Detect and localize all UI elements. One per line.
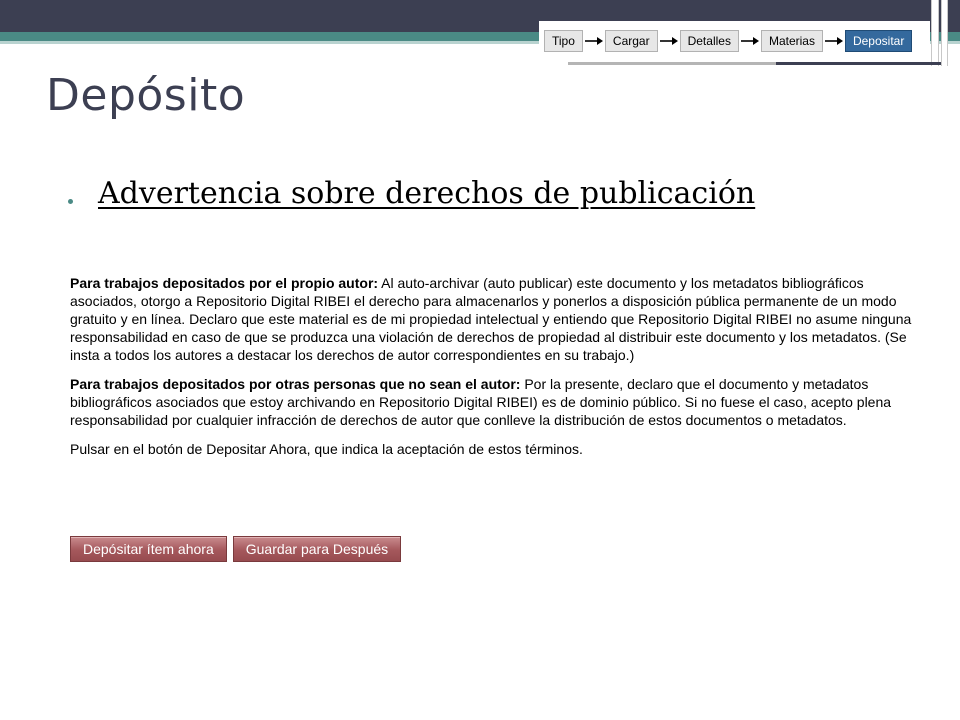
arrow-right-icon (583, 30, 605, 52)
step-materias[interactable]: Materias (760, 30, 823, 52)
step-cargar[interactable]: Cargar (604, 30, 658, 52)
license-heading-author: Para trabajos depositados por el propio … (70, 275, 379, 291)
slide-decor-bar (941, 0, 948, 66)
arrow-right-icon (739, 30, 761, 52)
progress-underline-active (776, 62, 941, 65)
page-title: Depósito (46, 70, 246, 121)
arrow-right-icon (823, 30, 845, 52)
license-instruction: Pulsar en el botón de Depositar Ahora, q… (70, 441, 583, 457)
license-heading-others: Para trabajos depositados por otras pers… (70, 376, 521, 392)
license-paragraph-others: Para trabajos depositados por otras pers… (70, 375, 922, 429)
license-paragraph-author: Para trabajos depositados por el propio … (70, 274, 922, 364)
copyright-warning-link[interactable]: Advertencia sobre derechos de publicació… (98, 176, 755, 211)
bullet-icon (68, 199, 73, 204)
action-buttons: Depósitar ítem ahora Guardar para Despué… (70, 536, 402, 562)
slide-decor-bar (931, 0, 939, 66)
license-text: Para trabajos depositados por el propio … (70, 274, 922, 469)
deposit-now-button[interactable]: Depósitar ítem ahora (70, 536, 227, 562)
save-later-button[interactable]: Guardar para Después (232, 536, 402, 562)
submission-progress-bar: Tipo Cargar Detalles Materias Depositar (539, 21, 930, 61)
step-depositar[interactable]: Depositar (844, 30, 913, 52)
arrow-right-icon (658, 30, 680, 52)
step-detalles[interactable]: Detalles (679, 30, 739, 52)
progress-underline (568, 62, 776, 65)
step-tipo[interactable]: Tipo (544, 30, 583, 52)
